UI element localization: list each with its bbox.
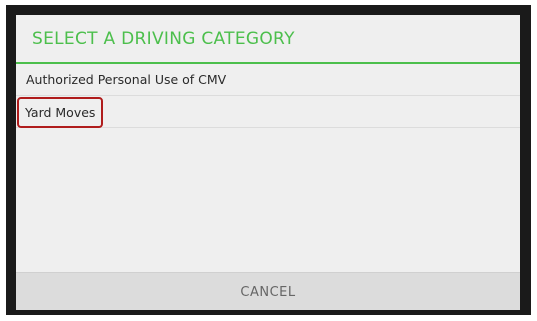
cancel-button[interactable]: CANCEL [16,272,520,310]
category-list: Authorized Personal Use of CMV Yard Move… [16,64,520,128]
option-label: Yard Moves [17,97,104,128]
option-authorized-personal-use[interactable]: Authorized Personal Use of CMV [16,64,520,96]
option-label: Authorized Personal Use of CMV [26,72,227,87]
option-yard-moves[interactable]: Yard Moves [16,96,520,128]
device-frame: SELECT A DRIVING CATEGORY Authorized Per… [6,5,531,315]
dialog-title: SELECT A DRIVING CATEGORY [32,29,295,49]
driving-category-dialog: SELECT A DRIVING CATEGORY Authorized Per… [16,15,520,310]
